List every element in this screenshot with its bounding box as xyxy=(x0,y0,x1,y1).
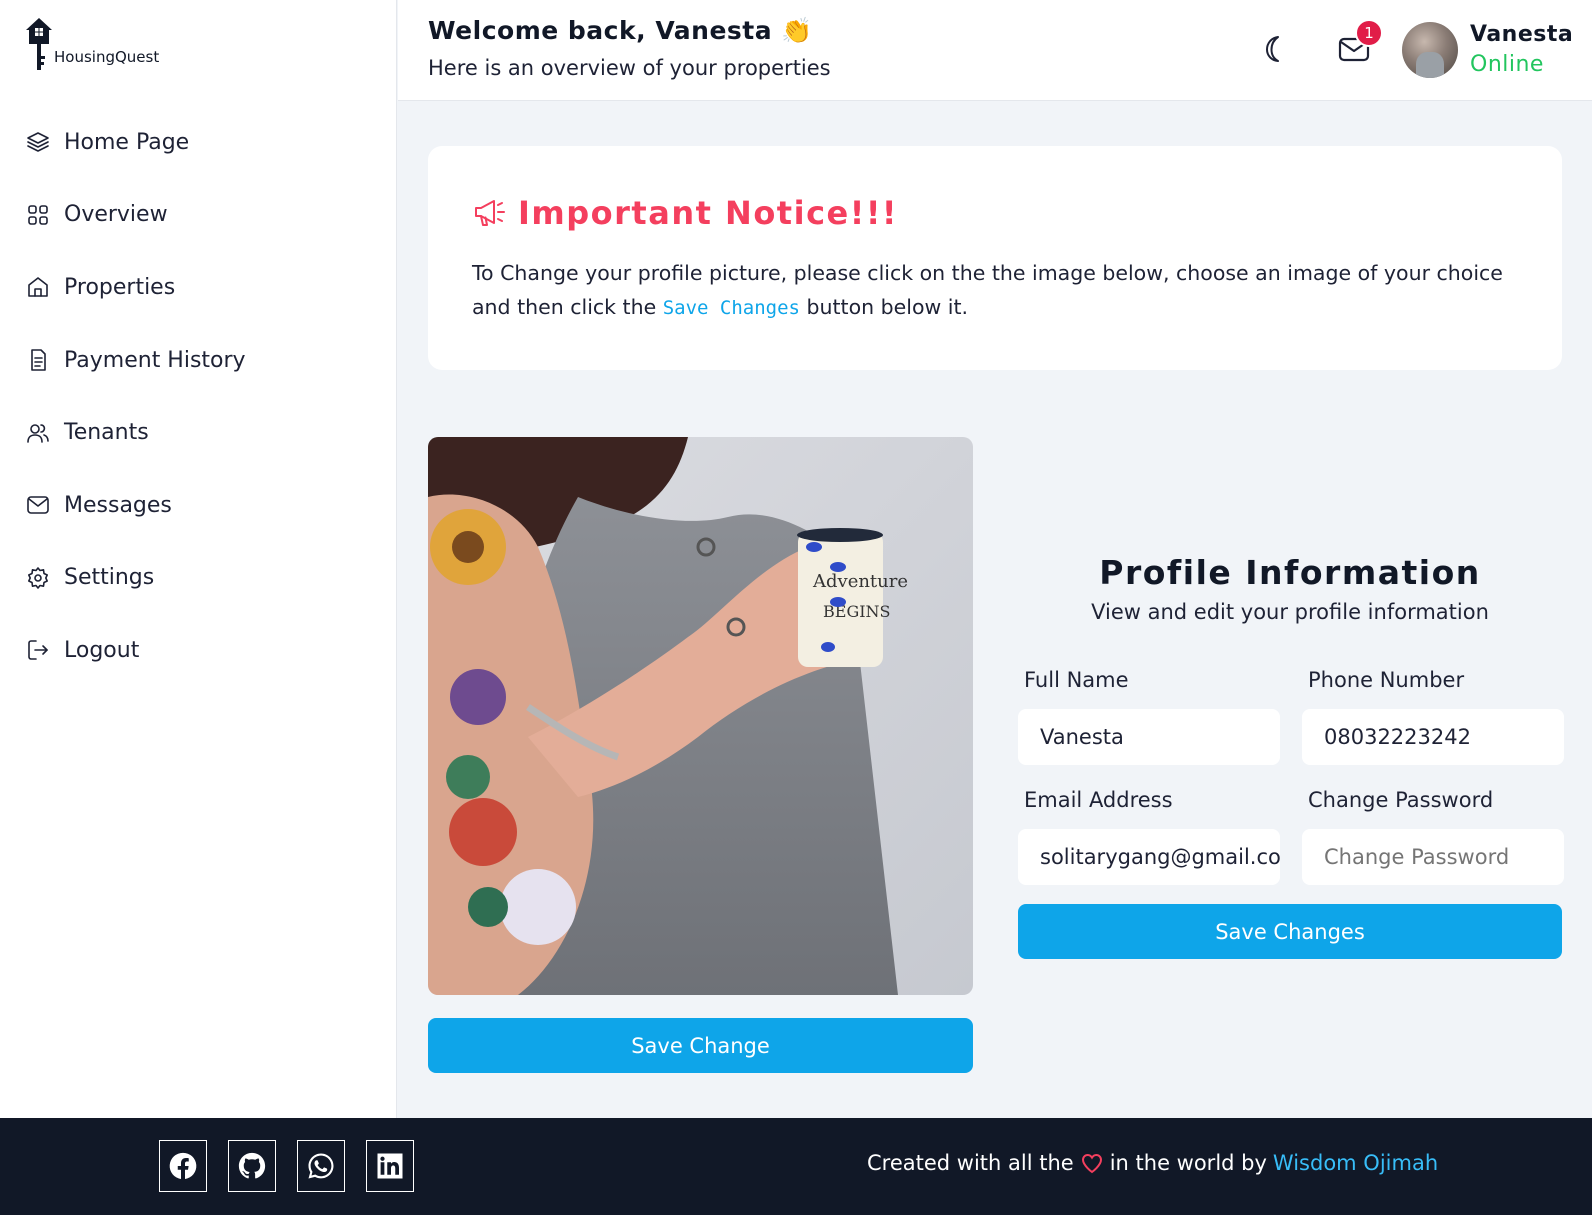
full-name-label: Full Name xyxy=(1024,668,1129,692)
sidebar-item-label: Payment History xyxy=(64,347,246,373)
notification-badge: 1 xyxy=(1355,19,1383,47)
whatsapp-link[interactable] xyxy=(297,1140,345,1192)
megaphone-icon xyxy=(475,200,505,226)
sidebar-item-logout[interactable]: Logout xyxy=(0,614,396,687)
sidebar-item-label: Settings xyxy=(64,565,155,591)
layers-icon xyxy=(27,132,49,153)
sidebar-item-label: Properties xyxy=(64,274,176,300)
email-address-field[interactable] xyxy=(1018,829,1280,885)
sidebar-nav: Home Page Overview Properties Payment Hi… xyxy=(0,106,396,687)
user-status: Online xyxy=(1470,52,1544,77)
github-link[interactable] xyxy=(228,1140,276,1192)
logo[interactable]: HousingQuest xyxy=(24,16,159,74)
linkedin-icon xyxy=(377,1153,403,1179)
whatsapp-icon xyxy=(308,1153,334,1179)
save-changes-button[interactable]: Save Changes xyxy=(1018,904,1562,959)
sidebar-item-properties[interactable]: Properties xyxy=(0,251,396,324)
notice-text-start: To Change your profile picture, please c… xyxy=(472,261,1503,319)
facebook-link[interactable] xyxy=(159,1140,207,1192)
profile-title: Profile Information xyxy=(1099,553,1481,592)
header-subtitle: Here is an overview of your properties xyxy=(428,56,831,80)
sidebar-item-payment-history[interactable]: Payment History xyxy=(0,324,396,397)
top-header: Welcome back, Vanesta 👏 Here is an overv… xyxy=(398,0,1592,101)
notice-code: Save Changes xyxy=(662,297,800,319)
heart-icon xyxy=(1081,1153,1102,1174)
grid-icon xyxy=(28,205,48,225)
save-photo-button[interactable]: Save Change xyxy=(428,1018,973,1073)
sidebar-item-label: Logout xyxy=(64,637,140,663)
moon-icon[interactable] xyxy=(1260,34,1290,64)
svg-text:Adventure: Adventure xyxy=(812,571,908,592)
welcome-heading: Welcome back, Vanesta 👏 xyxy=(428,16,813,45)
notice-text-end: button below it. xyxy=(800,295,969,319)
change-password-label: Change Password xyxy=(1308,788,1494,812)
logout-icon xyxy=(28,640,48,661)
email-address-label: Email Address xyxy=(1024,788,1173,812)
phone-number-label: Phone Number xyxy=(1308,668,1465,692)
sidebar-item-label: Overview xyxy=(64,202,168,228)
profile-subtitle: View and edit your profile information xyxy=(1091,600,1489,624)
full-name-field[interactable] xyxy=(1018,709,1280,765)
sidebar-item-home-page[interactable]: Home Page xyxy=(0,106,396,179)
sidebar-item-tenants[interactable]: Tenants xyxy=(0,396,396,469)
change-password-field[interactable] xyxy=(1302,829,1564,885)
sidebar: HousingQuest Home Page Overview Properti… xyxy=(0,0,397,1118)
sidebar-item-label: Home Page xyxy=(64,129,190,155)
sidebar-item-settings[interactable]: Settings xyxy=(0,542,396,615)
linkedin-link[interactable] xyxy=(366,1140,414,1192)
sidebar-item-overview[interactable]: Overview xyxy=(0,179,396,252)
app-name: HousingQuest xyxy=(54,48,160,66)
gear-icon xyxy=(28,567,48,589)
user-name: Vanesta xyxy=(1470,22,1574,47)
profile-photo[interactable]: Adventure BEGINS xyxy=(428,437,973,995)
important-notice-card: Important Notice!!! To Change your profi… xyxy=(428,146,1562,370)
phone-number-field[interactable] xyxy=(1302,709,1564,765)
notice-heading: Important Notice!!! xyxy=(518,194,899,232)
author-link[interactable]: Wisdom Ojimah xyxy=(1273,1151,1438,1175)
footer-credit: Created with all the in the world by Wis… xyxy=(867,1151,1438,1175)
sidebar-item-label: Messages xyxy=(64,492,172,518)
github-icon xyxy=(238,1152,266,1179)
credit-text-end: in the world by xyxy=(1109,1151,1267,1175)
house-key-logo-icon xyxy=(26,18,52,70)
credit-text-start: Created with all the xyxy=(867,1151,1074,1175)
notice-text: To Change your profile picture, please c… xyxy=(472,256,1522,325)
users-icon xyxy=(27,423,49,443)
sidebar-item-messages[interactable]: Messages xyxy=(0,469,396,542)
notice-title-row: Important Notice!!! xyxy=(472,194,898,232)
profile-photo-image: Adventure BEGINS xyxy=(428,437,973,995)
document-icon xyxy=(31,349,46,371)
mail-icon xyxy=(27,496,49,515)
home-icon xyxy=(28,277,48,298)
facebook-icon xyxy=(169,1152,197,1179)
footer: Created with all the in the world by Wis… xyxy=(0,1118,1592,1215)
sidebar-item-label: Tenants xyxy=(64,420,149,446)
avatar[interactable] xyxy=(1402,22,1458,78)
